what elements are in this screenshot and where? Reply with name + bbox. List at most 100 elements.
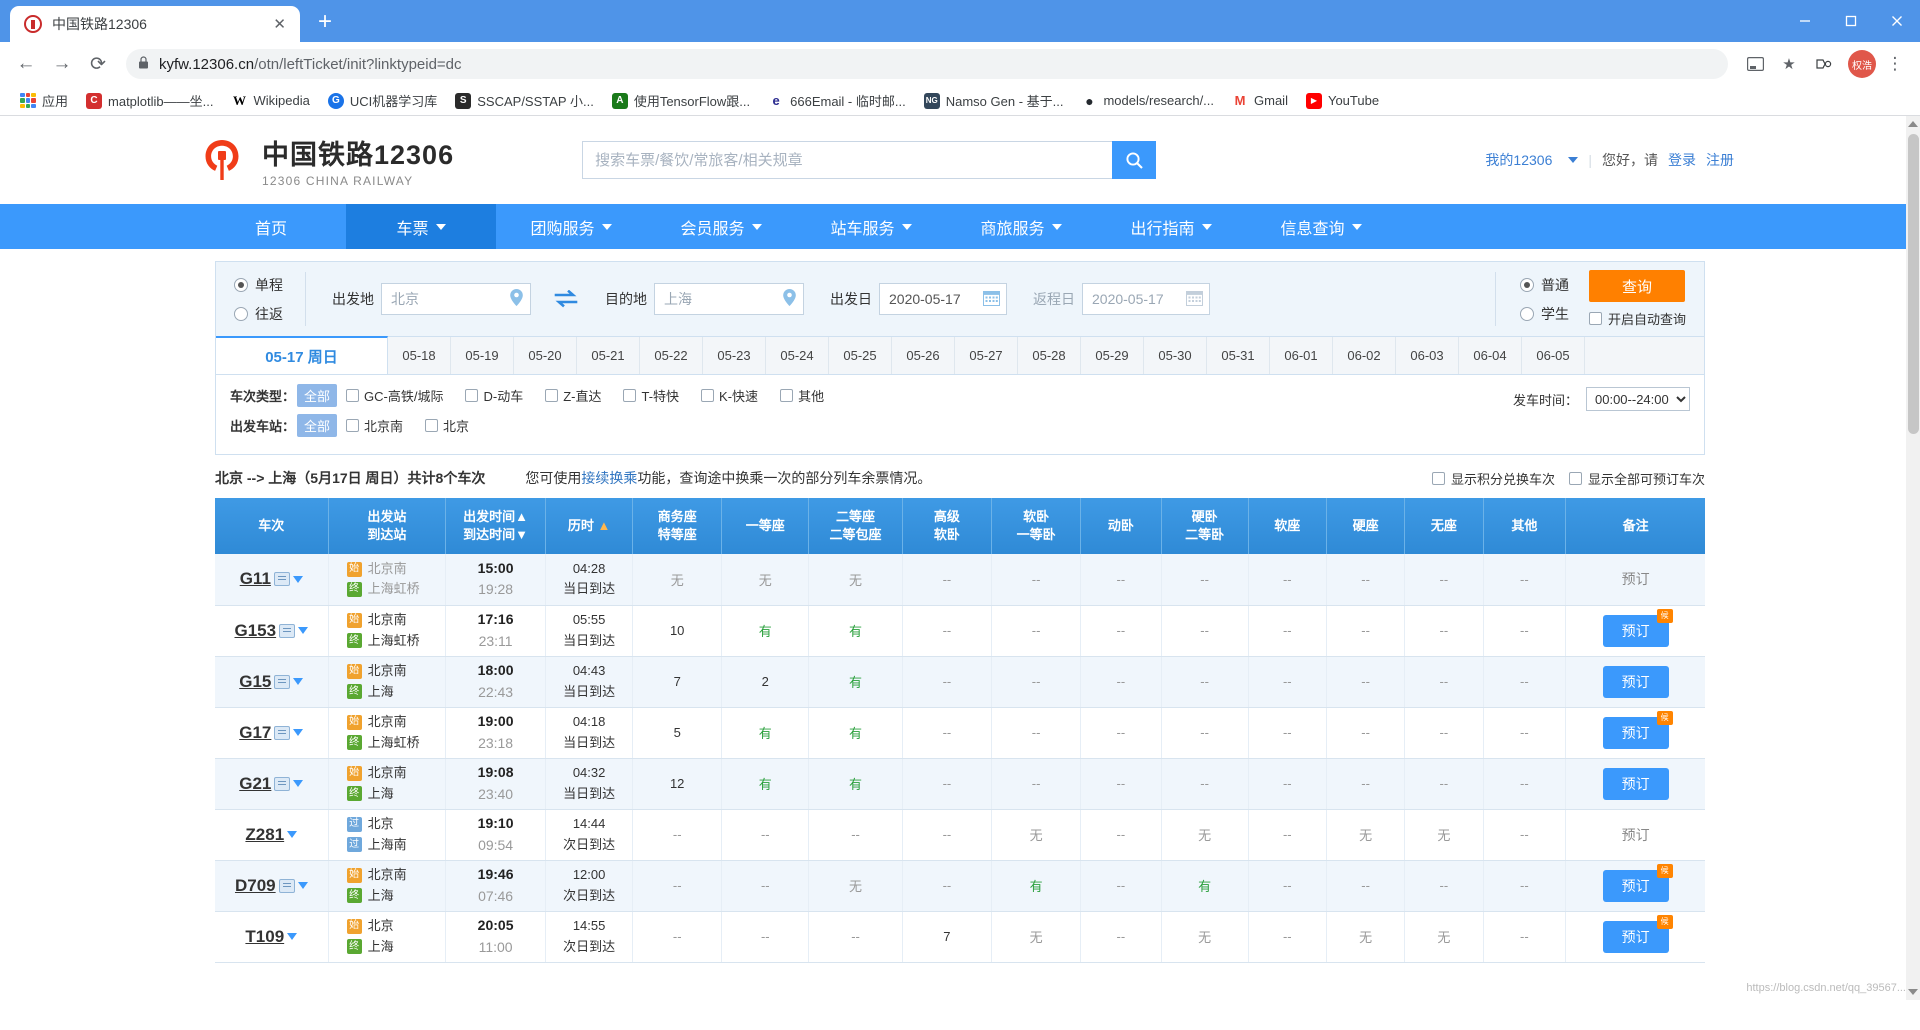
train-type-other[interactable]: 其他 bbox=[780, 386, 824, 405]
date-tab[interactable]: 05-28 bbox=[1018, 337, 1081, 374]
cell-remark[interactable]: 预订候 bbox=[1565, 911, 1705, 963]
date-tab[interactable]: 05-29 bbox=[1081, 337, 1144, 374]
cell-train-no[interactable]: D709 bbox=[215, 860, 329, 912]
cell-train-no[interactable]: G153 bbox=[215, 605, 329, 657]
close-icon[interactable] bbox=[1874, 0, 1920, 42]
train-number-link[interactable]: G15 bbox=[239, 672, 271, 692]
nav-item-member-service[interactable]: 会员服务 bbox=[646, 204, 796, 249]
date-tab[interactable]: 05-19 bbox=[451, 337, 514, 374]
auto-query-checkbox[interactable]: 开启自动查询 bbox=[1588, 309, 1686, 328]
profile-avatar[interactable]: 权浩 bbox=[1848, 50, 1876, 78]
nav-item-info-query[interactable]: 信息查询 bbox=[1246, 204, 1396, 249]
show-all-bookable-checkbox[interactable]: 显示全部可预订车次 bbox=[1568, 469, 1705, 488]
train-detail-icon[interactable] bbox=[274, 776, 291, 791]
date-tab[interactable]: 05-22 bbox=[640, 337, 703, 374]
trip-type-roundtrip[interactable]: 往返 bbox=[234, 304, 283, 324]
th-train-no[interactable]: 车次 bbox=[215, 498, 329, 554]
reload-icon[interactable]: ⟳ bbox=[82, 48, 114, 80]
train-detail-icon[interactable] bbox=[273, 572, 290, 587]
book-button[interactable]: 预订 bbox=[1602, 767, 1669, 800]
chevron-down-icon[interactable] bbox=[293, 729, 304, 736]
table-row[interactable]: G15 始北京南终上海 18:00 22:43 04:43 当日到达 7 2 有 -- -- -- --… bbox=[215, 656, 1705, 708]
train-number-link[interactable]: G153 bbox=[235, 621, 277, 641]
forward-icon[interactable]: → bbox=[46, 48, 78, 80]
cell-train-no[interactable]: G11 bbox=[215, 554, 329, 606]
cell-remark[interactable]: 预订 bbox=[1565, 758, 1705, 810]
train-type-t[interactable]: T-特快 bbox=[623, 386, 679, 405]
book-button[interactable]: 预订 bbox=[1602, 665, 1669, 698]
bookmark-item[interactable]: ● models/research/... bbox=[1073, 90, 1222, 112]
train-type-z[interactable]: Z-直达 bbox=[545, 386, 601, 405]
login-link[interactable]: 登录 bbox=[1668, 150, 1696, 170]
from-station-input[interactable] bbox=[381, 283, 531, 315]
bookmark-item[interactable]: NG Namso Gen - 基于... bbox=[916, 88, 1072, 113]
table-row[interactable]: G21 始北京南终上海 19:08 23:40 04:32 当日到达 12 有 有 -- -- -- -… bbox=[215, 758, 1705, 810]
show-points-trains-checkbox[interactable]: 显示积分兑换车次 bbox=[1431, 469, 1555, 488]
date-tab[interactable]: 06-02 bbox=[1333, 337, 1396, 374]
train-number-link[interactable]: T109 bbox=[245, 927, 284, 947]
table-row[interactable]: G17 始北京南终上海虹桥 19:00 23:18 04:18 当日到达 5 有 有 -- -- --… bbox=[215, 707, 1705, 759]
table-row[interactable]: G11 始北京南终上海虹桥 15:00 19:28 04:28 当日到达 无 无 无 -- -- --… bbox=[215, 554, 1705, 606]
passenger-type-normal[interactable]: 普通 bbox=[1519, 275, 1569, 295]
bookmark-item[interactable]: 应用 bbox=[12, 88, 76, 113]
back-icon[interactable]: ← bbox=[10, 48, 42, 80]
date-tab-active[interactable]: 05-17 周日 bbox=[216, 336, 388, 374]
nav-item-group-service[interactable]: 团购服务 bbox=[496, 204, 646, 249]
train-detail-icon[interactable] bbox=[279, 623, 296, 638]
date-tab[interactable]: 06-05 bbox=[1522, 337, 1585, 374]
nav-item-travel-guide[interactable]: 出行指南 bbox=[1096, 204, 1246, 249]
cell-remark[interactable]: 预订 bbox=[1565, 554, 1705, 606]
bookmark-star-icon[interactable]: ★ bbox=[1774, 49, 1804, 79]
nav-item-home[interactable]: 首页 bbox=[196, 204, 346, 249]
chevron-down-icon[interactable] bbox=[298, 627, 309, 634]
swap-stations-button[interactable] bbox=[553, 286, 579, 312]
passenger-type-student[interactable]: 学生 bbox=[1519, 304, 1569, 324]
date-tab[interactable]: 05-21 bbox=[577, 337, 640, 374]
table-row[interactable]: G153 始北京南终上海虹桥 17:16 23:11 05:55 当日到达 10 有 有 -- --… bbox=[215, 605, 1705, 657]
chevron-down-icon[interactable] bbox=[292, 575, 303, 583]
extension-icon[interactable] bbox=[1808, 49, 1838, 79]
date-tab[interactable]: 06-01 bbox=[1270, 337, 1333, 374]
bookmark-item[interactable]: ▶ YouTube bbox=[1298, 90, 1387, 112]
train-number-link[interactable]: G21 bbox=[239, 774, 271, 794]
register-link[interactable]: 注册 bbox=[1706, 150, 1734, 170]
chevron-down-icon[interactable] bbox=[287, 831, 298, 838]
return-date-input[interactable] bbox=[1082, 283, 1210, 315]
cell-train-no[interactable]: G21 bbox=[215, 758, 329, 810]
cell-remark[interactable]: 预订候 bbox=[1565, 707, 1705, 759]
bookmark-item[interactable]: e 666Email - 临时邮... bbox=[760, 88, 914, 113]
depart-date-input[interactable] bbox=[879, 283, 1007, 315]
th-duration[interactable]: 历时 ▲ bbox=[545, 498, 634, 554]
train-number-link[interactable]: G11 bbox=[240, 569, 271, 589]
bookmark-item[interactable]: A 使用TensorFlow跟... bbox=[604, 88, 758, 113]
cell-train-no[interactable]: T109 bbox=[215, 911, 329, 963]
table-row[interactable]: Z281 过北京过上海南 19:10 09:54 14:44 次日到达 -- -- -- -- 无 -… bbox=[215, 809, 1705, 861]
date-tab[interactable]: 05-20 bbox=[514, 337, 577, 374]
nav-item-tickets[interactable]: 车票 bbox=[346, 204, 496, 249]
book-button[interactable]: 预订候 bbox=[1602, 608, 1673, 647]
my-12306-link[interactable]: 我的12306 bbox=[1485, 150, 1552, 170]
bookmark-item[interactable]: S SSCAP/SSTAP 小... bbox=[447, 88, 602, 113]
train-type-k[interactable]: K-快速 bbox=[701, 386, 758, 405]
table-row[interactable]: D709 始北京南终上海 19:46 07:46 12:00 次日到达 -- -- 无 -- 有 --… bbox=[215, 860, 1705, 912]
page-scrollbar[interactable] bbox=[1906, 116, 1920, 1000]
train-detail-icon[interactable] bbox=[274, 725, 291, 740]
train-type-d[interactable]: D-动车 bbox=[465, 386, 523, 405]
browser-menu-icon[interactable]: ⋮ bbox=[1880, 49, 1910, 79]
nav-item-business-travel[interactable]: 商旅服务 bbox=[946, 204, 1096, 249]
cast-icon[interactable] bbox=[1740, 49, 1770, 79]
book-button[interactable]: 预订候 bbox=[1602, 710, 1673, 749]
date-tab[interactable]: 06-04 bbox=[1459, 337, 1522, 374]
date-tab[interactable]: 05-31 bbox=[1207, 337, 1270, 374]
train-type-gc[interactable]: GC-高铁/城际 bbox=[346, 386, 443, 405]
bookmark-item[interactable]: G UCI机器学习库 bbox=[320, 88, 445, 113]
cell-train-no[interactable]: G17 bbox=[215, 707, 329, 759]
train-detail-icon[interactable] bbox=[278, 878, 295, 893]
departure-station-beijingnan[interactable]: 北京南 bbox=[346, 416, 403, 435]
maximize-icon[interactable] bbox=[1828, 0, 1874, 42]
date-tab[interactable]: 05-23 bbox=[703, 337, 766, 374]
minimize-icon[interactable] bbox=[1782, 0, 1828, 42]
chevron-down-icon[interactable] bbox=[297, 882, 308, 889]
to-station-input[interactable] bbox=[654, 283, 804, 315]
date-tab[interactable]: 05-25 bbox=[829, 337, 892, 374]
